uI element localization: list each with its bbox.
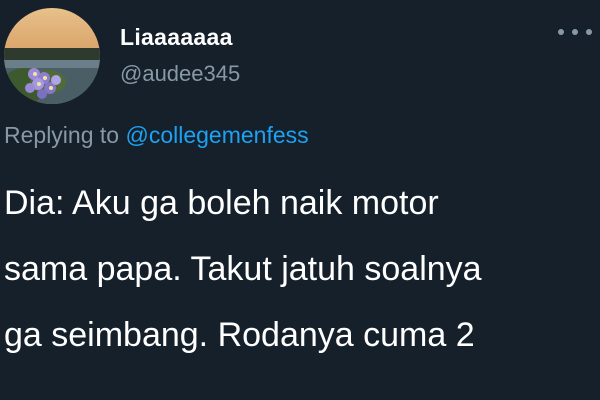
avatar-photo: [4, 8, 100, 104]
display-name[interactable]: Liaaaaaaa: [120, 24, 233, 51]
tweet-line: ga seimbang. Rodanya cuma 2: [4, 316, 475, 354]
avatar[interactable]: [4, 8, 100, 104]
mention-link[interactable]: @collegemenfess: [125, 122, 308, 148]
replying-to: Replying to @collegemenfess: [4, 122, 309, 149]
replying-to-label: Replying to: [4, 122, 120, 148]
dot: [558, 29, 564, 35]
dot: [572, 29, 578, 35]
dot: [586, 29, 592, 35]
tweet-line: Dia: Aku ga boleh naik motor: [4, 184, 439, 222]
tweet-text: Dia: Aku ga boleh naik motor sama papa. …: [4, 170, 594, 368]
tweet-line: sama papa. Takut jatuh soalnya: [4, 250, 482, 288]
user-handle[interactable]: @audee345: [120, 61, 240, 87]
more-options-icon[interactable]: [558, 22, 592, 42]
